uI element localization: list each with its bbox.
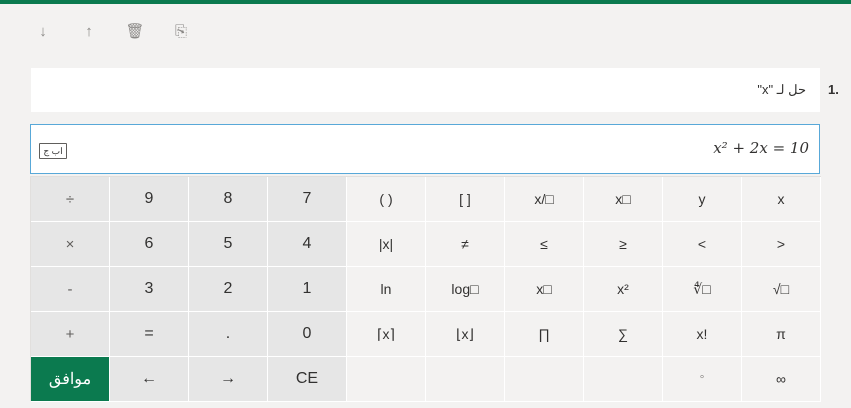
question-text: حل لـ "x" [757,82,806,97]
key-3-0[interactable]: + [31,312,110,357]
key-3-1[interactable]: = [110,312,189,357]
key-1-6[interactable]: ≤ [505,222,584,267]
question-toolbar: ↓ ↑ 🗑 ⎘ [30,16,194,46]
key-4-2[interactable]: → [189,357,268,402]
key-1-1[interactable]: 6 [110,222,189,267]
answer-input[interactable]: اب ج x² + 2x = 10 [30,124,820,174]
key-1-2[interactable]: 5 [189,222,268,267]
key-2-4[interactable]: ln [347,267,426,312]
key-3-5[interactable]: ⌊x⌋ [426,312,505,357]
math-expression: x² + 2x = 10 [713,139,809,157]
key-0-6[interactable]: x/□ [505,177,584,222]
key-3-3[interactable]: 0 [268,312,347,357]
key-3-6[interactable]: ∏ [505,312,584,357]
key-3-9[interactable]: π [742,312,821,357]
language-toggle-button[interactable]: اب ج [39,143,67,159]
key-2-1[interactable]: 3 [110,267,189,312]
key-1-3[interactable]: 4 [268,222,347,267]
key-2-9[interactable]: √□ [742,267,821,312]
key-1-0[interactable]: × [31,222,110,267]
key-4-1[interactable]: ← [110,357,189,402]
key-0-2[interactable]: 8 [189,177,268,222]
key-1-7[interactable]: ≥ [584,222,663,267]
key-0-1[interactable]: 9 [110,177,189,222]
key-0-8[interactable]: y [663,177,742,222]
question-number: .1 [828,82,839,97]
key-0-5[interactable]: [ ] [426,177,505,222]
top-accent-bar [0,0,851,4]
key-3-8[interactable]: x! [663,312,742,357]
math-keyboard: ÷ 9 8 7( )[ ] x/□ x□ y x × 6 5 4 |x| ≠ ≤ ≥ < > -3 2 1 ln log□ x… [30,176,821,402]
key-1-8[interactable]: < [663,222,742,267]
key-1-9[interactable]: > [742,222,821,267]
keyboard-empty-slot [505,357,584,402]
key-3-2[interactable]: . [189,312,268,357]
ok-button[interactable]: موافق [31,357,110,402]
key-1-4[interactable]: |x| [347,222,426,267]
question-text-box[interactable]: حل لـ "x" [31,68,820,112]
move-up-icon[interactable]: ↑ [76,18,102,44]
delete-icon[interactable]: 🗑 [122,18,148,44]
key-3-7[interactable]: ∑ [584,312,663,357]
key-0-4[interactable]: ( ) [347,177,426,222]
keyboard-empty-slot [584,357,663,402]
keyboard-empty-slot [426,357,505,402]
key-4-3[interactable]: CE [268,357,347,402]
key-2-8[interactable]: ∜□ [663,267,742,312]
key-0-9[interactable]: x [742,177,821,222]
key-2-3[interactable]: 1 [268,267,347,312]
key-0-3[interactable]: 7 [268,177,347,222]
key-4-8[interactable]: ° [663,357,742,402]
key-0-7[interactable]: x□ [584,177,663,222]
key-2-5[interactable]: log□ [426,267,505,312]
copy-icon[interactable]: ⎘ [168,18,194,44]
keyboard-empty-slot [347,357,426,402]
key-2-0[interactable]: - [31,267,110,312]
key-3-4[interactable]: ⌈x⌉ [347,312,426,357]
move-down-icon[interactable]: ↓ [30,18,56,44]
key-0-0[interactable]: ÷ [31,177,110,222]
key-2-2[interactable]: 2 [189,267,268,312]
key-1-5[interactable]: ≠ [426,222,505,267]
key-2-7[interactable]: x² [584,267,663,312]
key-2-6[interactable]: x□ [505,267,584,312]
key-4-9[interactable]: ∞ [742,357,821,402]
